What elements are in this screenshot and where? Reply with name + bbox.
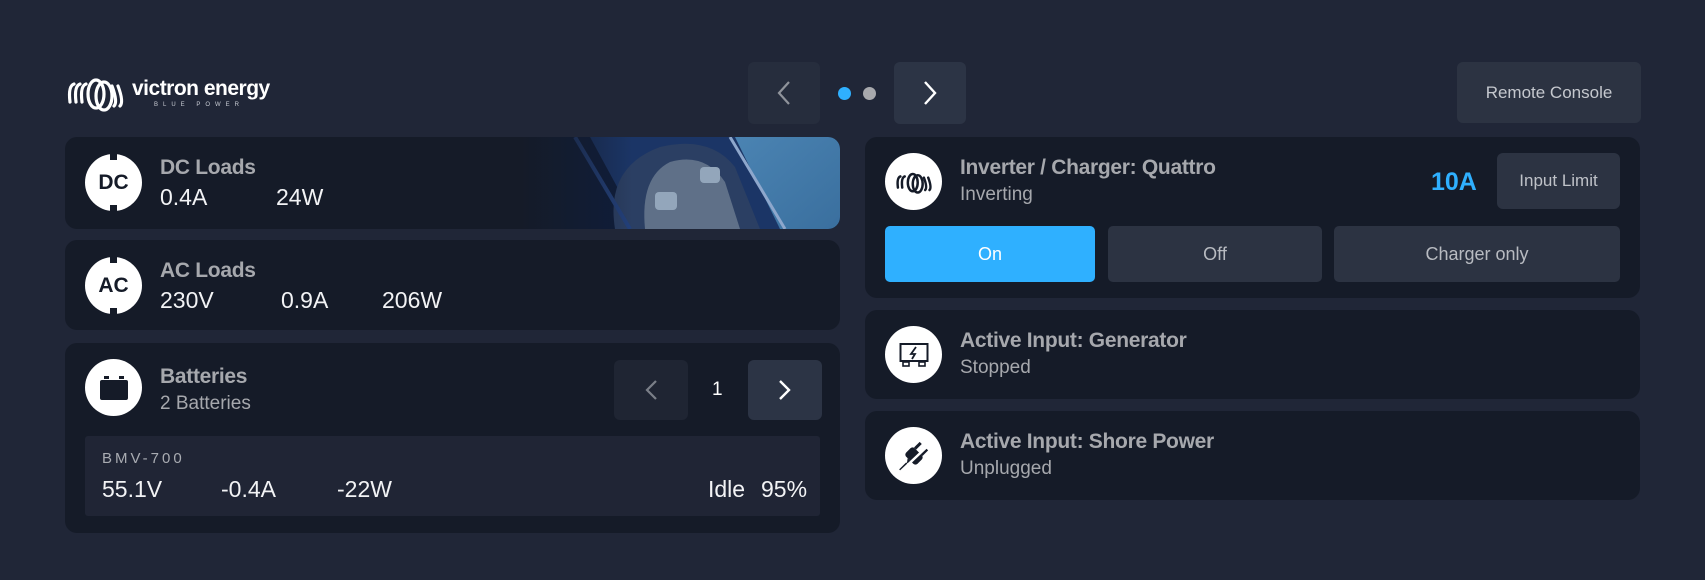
battery-voltage: 55.1V	[102, 476, 163, 502]
inverter-card[interactable]: Inverter / Charger: Quattro Inverting 10…	[865, 137, 1640, 298]
shore-power-status: Unplugged	[960, 458, 1052, 479]
plug-icon	[896, 440, 933, 475]
generator-icon-circle	[885, 326, 942, 383]
input-limit-button[interactable]: Input Limit	[1497, 153, 1620, 209]
generator-status: Stopped	[960, 357, 1031, 378]
mode-on-button[interactable]: On	[885, 226, 1095, 282]
generator-title: Active Input: Generator	[960, 329, 1187, 352]
mode-off-button[interactable]: Off	[1108, 226, 1322, 282]
page-dot-active[interactable]	[838, 86, 851, 100]
chevron-right-icon	[924, 81, 937, 105]
battery-icon	[99, 375, 128, 400]
next-page-button[interactable]	[894, 62, 966, 124]
inverter-icon-circle	[885, 153, 942, 210]
dc-loads-title: DC Loads	[160, 156, 256, 179]
victron-logo-icon	[895, 172, 932, 194]
dc-loads-current: 0.4A	[160, 184, 208, 210]
remote-console-button[interactable]: Remote Console	[1457, 62, 1641, 123]
battery-current: -0.4A	[221, 476, 276, 502]
dc-icon-label: DC	[98, 170, 129, 194]
logo-tagline: BLUE POWER	[154, 102, 245, 108]
generator-card[interactable]: Active Input: Generator Stopped	[865, 310, 1640, 399]
shore-power-icon-circle	[885, 427, 942, 484]
ac-icon: AC	[85, 257, 142, 314]
dc-icon: DC	[85, 154, 142, 211]
ac-loads-title: AC Loads	[160, 259, 256, 282]
boat-image	[520, 137, 840, 229]
batteries-subtitle: 2 Batteries	[160, 393, 251, 414]
logo-name: victron energy	[132, 77, 270, 100]
page-indicator	[838, 86, 876, 100]
page-pager	[748, 62, 966, 124]
ac-loads-power: 206W	[382, 287, 443, 313]
generator-icon	[899, 342, 928, 367]
shore-power-title: Active Input: Shore Power	[960, 430, 1214, 453]
input-limit-value: 10A	[1431, 168, 1477, 196]
battery-page-number: 1	[712, 379, 723, 400]
battery-state: Idle	[708, 476, 746, 502]
battery-prev-button[interactable]	[614, 360, 688, 420]
dc-loads-power: 24W	[276, 184, 324, 210]
inverter-status: Inverting	[960, 184, 1033, 205]
battery-next-button[interactable]	[748, 360, 822, 420]
inverter-title: Inverter / Charger: Quattro	[960, 156, 1216, 179]
batteries-title: Batteries	[160, 365, 248, 388]
battery-device-name: BMV-700	[102, 450, 185, 467]
battery-power: -22W	[337, 476, 392, 502]
mode-charger-only-button[interactable]: Charger only	[1334, 226, 1620, 282]
chevron-left-icon	[777, 81, 790, 105]
dc-loads-card[interactable]: DC DC Loads 0.4A 24W	[65, 137, 840, 229]
victron-logo-icon	[67, 78, 124, 112]
ac-loads-voltage: 230V	[160, 287, 214, 313]
chevron-right-icon	[779, 380, 791, 400]
shore-power-card[interactable]: Active Input: Shore Power Unplugged	[865, 411, 1640, 500]
batteries-card[interactable]: Batteries 2 Batteries 1 BMV-700 55.1V -0…	[65, 343, 840, 533]
ac-icon-label: AC	[98, 273, 129, 297]
ac-loads-current: 0.9A	[281, 287, 329, 313]
ac-loads-card[interactable]: AC AC Loads 230V 0.9A 206W	[65, 240, 840, 330]
victron-logo: victron energy BLUE POWER	[64, 72, 270, 114]
page-dot[interactable]	[863, 86, 876, 100]
battery-device-row[interactable]: BMV-700 55.1V -0.4A -22W Idle 95%	[85, 436, 820, 516]
battery-icon-circle	[85, 359, 142, 416]
chevron-left-icon	[645, 380, 657, 400]
battery-soc: 95%	[761, 476, 808, 502]
prev-page-button[interactable]	[748, 62, 820, 124]
